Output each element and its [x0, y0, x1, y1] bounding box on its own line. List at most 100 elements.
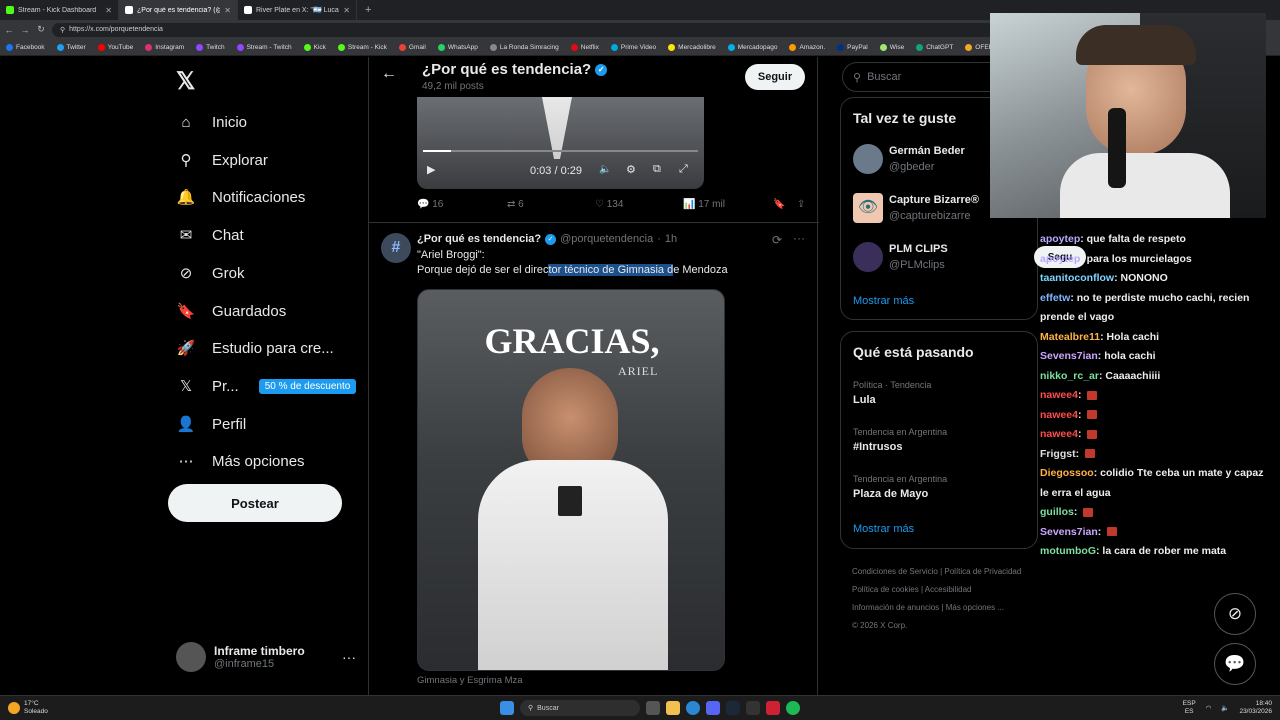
bookmark-item[interactable]: Twitch	[196, 43, 225, 51]
tweet-time[interactable]: 1h	[665, 233, 677, 245]
url-input[interactable]: ⚲ https://x.com/porquetendencia	[52, 22, 1012, 37]
volume-icon[interactable]: 🔈	[1221, 704, 1229, 712]
tweet-author-name[interactable]: ¿Por qué es tendencia?	[417, 233, 541, 245]
bookmark-item[interactable]: Facebook	[6, 43, 45, 51]
chat-username[interactable]: guillos	[1040, 506, 1074, 518]
bookmark-item[interactable]: La Ronda Simracing	[489, 43, 559, 51]
trend-name[interactable]: #Intrusos	[853, 441, 903, 453]
avatar[interactable]	[853, 242, 883, 272]
chat-username[interactable]: Matealbre11	[1040, 331, 1100, 343]
show-more-link[interactable]: Mostrar más	[853, 523, 914, 535]
sidebar-item-estudioparacre[interactable]: 🚀 Estudio para cre...	[176, 333, 334, 363]
sidebar-item-explorar[interactable]: ⚲ Explorar	[176, 145, 268, 175]
chat-username[interactable]: taanitoconflow	[1040, 272, 1114, 284]
bookmark-item[interactable]: Mercadopago	[727, 43, 777, 51]
browser-tab[interactable]: River Plate en X: "🇦🇷 Lucas Marti ✕	[238, 0, 357, 20]
eye-icon[interactable]: 👁	[853, 193, 883, 223]
sidebar-item-grok[interactable]: ⊘ Grok	[176, 258, 245, 288]
volume-icon[interactable]: 🔈	[599, 164, 611, 175]
footer-link[interactable]: Política de cookies	[852, 585, 919, 594]
x-logo-icon[interactable]: 𝕏	[176, 67, 195, 96]
task-view-icon[interactable]	[646, 701, 660, 715]
back-icon[interactable]: ←	[4, 25, 14, 35]
account-switcher[interactable]: Inframe timbero @inframe15 ···	[176, 642, 356, 672]
footer-link[interactable]: Condiciones de Servicio	[852, 567, 938, 576]
fullscreen-icon[interactable]: ⤢	[679, 163, 688, 176]
bookmark-item[interactable]: ChatGPT	[916, 43, 953, 51]
reply-button[interactable]: 💬 16	[417, 199, 507, 210]
bookmark-icon[interactable]: 🔖	[773, 199, 797, 210]
wifi-icon[interactable]: ◠	[1206, 704, 1212, 712]
bookmark-item[interactable]: Kick	[303, 43, 326, 51]
sidebar-item-inicio[interactable]: ⌂ Inicio	[176, 107, 247, 137]
bookmark-item[interactable]: Mercadolibre	[668, 43, 716, 51]
chat-username[interactable]: apoytep	[1040, 253, 1080, 265]
bookmark-item[interactable]: Wise	[879, 43, 904, 51]
reload-icon[interactable]: ↻	[36, 24, 46, 35]
footer-link[interactable]: Accesibilidad	[925, 585, 972, 594]
back-arrow-icon[interactable]: ←	[381, 65, 397, 83]
bookmark-item[interactable]: Instagram	[145, 43, 184, 51]
chat-username[interactable]: Diegossoo	[1040, 467, 1094, 479]
browser-tab[interactable]: Stream - Kick Dashboard ✕	[0, 0, 119, 20]
more-icon[interactable]: ···	[793, 231, 805, 245]
bookmark-item[interactable]: Amazon.	[789, 43, 825, 51]
bookmark-item[interactable]: Stream - Kick	[337, 43, 387, 51]
sidebar-item-guardados[interactable]: 🔖 Guardados	[176, 296, 287, 326]
chat-username[interactable]: nawee4	[1040, 409, 1078, 421]
sidebar-item-notificaciones[interactable]: 🔔 Notificaciones	[176, 182, 306, 212]
sidebar-item-pr[interactable]: 𝕏 Pr... 50 % de descuento	[176, 371, 357, 401]
sidebar-item-msopciones[interactable]: ⋯ Más opciones	[176, 446, 305, 476]
close-icon[interactable]: ✕	[105, 6, 112, 15]
file-explorer-icon[interactable]	[666, 701, 680, 715]
more-icon[interactable]: ···	[342, 649, 356, 665]
avatar[interactable]	[853, 144, 883, 174]
chat-username[interactable]: nikko_rc_ar	[1040, 370, 1099, 382]
steam-icon[interactable]	[726, 701, 740, 715]
chat-bubble-icon[interactable]: 💬	[1214, 643, 1256, 685]
suggestion-name[interactable]: Capture Bizarre®	[889, 194, 979, 206]
tweet-author-handle[interactable]: @porquetendencia	[560, 233, 653, 245]
views-button[interactable]: 📊 17 mil	[683, 199, 773, 210]
video-progress-track[interactable]	[423, 150, 698, 152]
sidebar-item-perfil[interactable]: 👤 Perfil	[176, 409, 247, 439]
trend-name[interactable]: Lula	[853, 394, 876, 406]
app-icon[interactable]	[746, 701, 760, 715]
bookmark-item[interactable]: Prime Video	[610, 43, 656, 51]
bookmark-item[interactable]: Stream - Twitch	[236, 43, 292, 51]
clock[interactable]: 18:40 23/03/2026	[1239, 700, 1272, 716]
bookmark-item[interactable]: WhatsApp	[437, 43, 478, 51]
taskbar-search[interactable]: ⚲ Buscar	[520, 700, 640, 716]
tweet-image[interactable]: GRACIAS, ARIEL	[417, 289, 725, 671]
close-icon[interactable]: ✕	[343, 6, 350, 15]
avatar[interactable]: #	[381, 233, 411, 263]
language-indicator[interactable]: ESP ES	[1183, 700, 1196, 716]
suggestion-name[interactable]: PLM CLIPS	[889, 243, 948, 255]
chat-username[interactable]: motumboG	[1040, 545, 1096, 557]
chat-username[interactable]: effetw	[1040, 292, 1070, 304]
footer-link[interactable]: Más opciones ...	[946, 603, 1004, 612]
like-button[interactable]: ♡ 134	[595, 199, 683, 210]
close-icon[interactable]: ✕	[224, 6, 231, 15]
trend-name[interactable]: Plaza de Mayo	[853, 488, 928, 500]
chat-username[interactable]: Sevens7ian	[1040, 526, 1098, 538]
settings-icon[interactable]: ⚙	[626, 163, 636, 176]
windows-start-icon[interactable]	[500, 701, 514, 715]
video-player[interactable]: ▶ 0:03 / 0:29 🔈 ⚙ ⧉ ⤢	[417, 97, 704, 189]
edge-icon[interactable]	[686, 701, 700, 715]
browser-tab-active[interactable]: ¿Por qué es tendencia? (@porque ✕	[119, 0, 238, 20]
forward-icon[interactable]: →	[20, 25, 30, 35]
bookmark-item[interactable]: Gmail	[398, 43, 426, 51]
footer-link[interactable]: Política de Privacidad	[944, 567, 1021, 576]
new-tab-button[interactable]: +	[357, 4, 371, 16]
weather-widget[interactable]: 17°C Soleado	[0, 700, 200, 716]
footer-link[interactable]: Información de anuncios	[852, 603, 939, 612]
grok-icon[interactable]: ⟳	[772, 233, 782, 247]
share-icon[interactable]: ⇪	[797, 199, 805, 210]
spotify-icon[interactable]	[786, 701, 800, 715]
suggestion-name[interactable]: Germán Beder	[889, 145, 965, 157]
pip-icon[interactable]: ⧉	[653, 163, 661, 176]
chat-username[interactable]: nawee4	[1040, 428, 1078, 440]
post-button[interactable]: Postear	[168, 484, 342, 522]
repost-button[interactable]: ⇄ 6	[507, 199, 595, 210]
